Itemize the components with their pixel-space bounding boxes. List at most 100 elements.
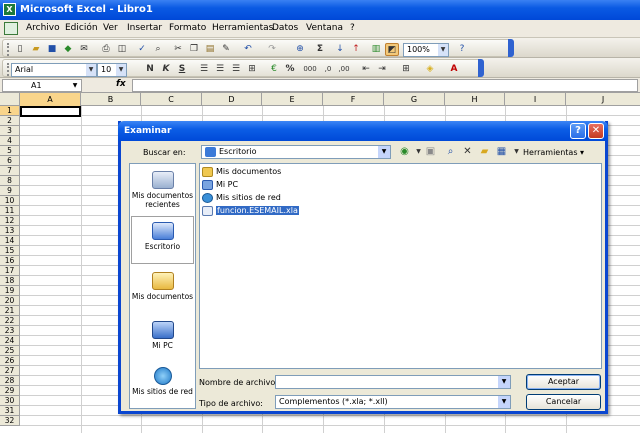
research-icon[interactable]: ⌕ bbox=[151, 43, 165, 56]
row-header[interactable]: 16 bbox=[0, 256, 20, 266]
paste-icon[interactable]: ▤ bbox=[203, 43, 217, 56]
open-icon[interactable]: ▰ bbox=[29, 43, 43, 56]
row-header[interactable]: 12 bbox=[0, 216, 20, 226]
row-header[interactable]: 31 bbox=[0, 406, 20, 416]
column-header[interactable]: H bbox=[445, 93, 505, 106]
column-header[interactable]: D bbox=[202, 93, 262, 106]
row-header[interactable]: 14 bbox=[0, 236, 20, 246]
row-header[interactable]: 25 bbox=[0, 346, 20, 356]
row-header[interactable]: 10 bbox=[0, 196, 20, 206]
row-header[interactable]: 32 bbox=[0, 416, 20, 426]
file-list[interactable]: Mis documentos Mi PC Mis sitios de red f… bbox=[199, 163, 602, 369]
up-folder-icon[interactable]: ▣ bbox=[423, 144, 438, 159]
row-header[interactable]: 26 bbox=[0, 356, 20, 366]
column-header[interactable]: G bbox=[384, 93, 445, 106]
help-icon[interactable]: ? bbox=[570, 123, 586, 139]
font-combo[interactable]: Arial ▼ bbox=[11, 63, 97, 77]
place-my-computer[interactable]: Mi PC bbox=[131, 316, 194, 364]
menu-ventana[interactable]: Ventana bbox=[306, 23, 343, 33]
toolbar-options-icon[interactable] bbox=[508, 39, 514, 57]
copy-icon[interactable]: ❐ bbox=[187, 43, 201, 56]
row-header[interactable]: 8 bbox=[0, 176, 20, 186]
align-center-icon[interactable]: ☰ bbox=[213, 63, 227, 76]
select-all-corner[interactable] bbox=[0, 93, 20, 106]
place-recent[interactable]: Mis documentos recientes bbox=[131, 166, 194, 214]
chevron-down-icon[interactable]: ▼ bbox=[86, 64, 96, 76]
sort-descending-icon[interactable]: ↑ bbox=[349, 43, 363, 56]
file-item-selected[interactable]: funcion.ESEMAIL.xla bbox=[202, 205, 299, 217]
row-header[interactable]: 24 bbox=[0, 336, 20, 346]
row-header[interactable]: 7 bbox=[0, 166, 20, 176]
row-header[interactable]: 23 bbox=[0, 326, 20, 336]
column-header[interactable]: C bbox=[141, 93, 202, 106]
row-header[interactable]: 15 bbox=[0, 246, 20, 256]
save-icon[interactable]: ■ bbox=[45, 43, 59, 56]
row-header[interactable]: 11 bbox=[0, 206, 20, 216]
column-header[interactable]: B bbox=[81, 93, 141, 106]
cut-icon[interactable]: ✂ bbox=[171, 43, 185, 56]
chevron-down-icon[interactable]: ▼ bbox=[498, 376, 510, 388]
row-header[interactable]: 18 bbox=[0, 276, 20, 286]
drawing-icon[interactable]: ◩ bbox=[385, 43, 399, 56]
underline-button[interactable]: S bbox=[175, 63, 189, 76]
format-painter-icon[interactable]: ✎ bbox=[219, 43, 233, 56]
increase-decimal-icon[interactable]: ,0 bbox=[321, 63, 335, 76]
look-in-select[interactable]: Escritorio ▼ bbox=[201, 145, 391, 159]
row-header[interactable]: 9 bbox=[0, 186, 20, 196]
sort-ascending-icon[interactable]: ↓ bbox=[333, 43, 347, 56]
menu-datos[interactable]: Datos bbox=[272, 23, 298, 33]
column-header[interactable]: A bbox=[20, 93, 81, 106]
row-header[interactable]: 22 bbox=[0, 316, 20, 326]
column-header[interactable]: J bbox=[566, 93, 640, 106]
email-icon[interactable]: ✉ bbox=[77, 43, 91, 56]
toolbar-options-icon[interactable] bbox=[478, 59, 484, 77]
print-icon[interactable]: ⎙ bbox=[99, 43, 113, 56]
borders-icon[interactable]: ⊞ bbox=[399, 63, 413, 76]
fill-color-icon[interactable]: ◈ bbox=[423, 63, 437, 76]
thousands-button[interactable]: 000 bbox=[301, 63, 319, 76]
close-icon[interactable]: ✕ bbox=[588, 123, 604, 139]
row-header[interactable]: 29 bbox=[0, 386, 20, 396]
column-header[interactable]: E bbox=[262, 93, 323, 106]
menu-formato[interactable]: Formato bbox=[169, 23, 206, 33]
menu-herramientas[interactable]: Herramientas bbox=[212, 23, 273, 33]
sheet-row[interactable]: 32 bbox=[0, 416, 640, 426]
row-header[interactable]: 5 bbox=[0, 146, 20, 156]
row-header[interactable]: 20 bbox=[0, 296, 20, 306]
help-icon[interactable]: ? bbox=[455, 43, 469, 56]
percent-button[interactable]: % bbox=[283, 63, 297, 76]
row-header[interactable]: 13 bbox=[0, 226, 20, 236]
chevron-down-icon[interactable]: ▼ bbox=[378, 146, 390, 158]
filename-input[interactable]: ▼ bbox=[275, 375, 511, 389]
file-item[interactable]: Mis documentos bbox=[202, 166, 281, 178]
menu-edicion[interactable]: Edición bbox=[65, 23, 98, 33]
active-cell[interactable] bbox=[20, 106, 81, 117]
font-size-combo[interactable]: 10 ▼ bbox=[97, 63, 127, 77]
hyperlink-icon[interactable]: ⊕ bbox=[293, 43, 307, 56]
increase-indent-icon[interactable]: ⇥ bbox=[375, 63, 389, 76]
permission-icon[interactable]: ◆ bbox=[61, 43, 75, 56]
zoom-combo[interactable]: 100% ▼ bbox=[403, 43, 449, 57]
autosum-icon[interactable]: Σ bbox=[313, 43, 327, 56]
chevron-down-icon[interactable]: ▼ bbox=[438, 44, 448, 56]
column-header[interactable]: F bbox=[323, 93, 384, 106]
delete-icon[interactable]: ✕ bbox=[460, 144, 475, 159]
toolbar-grip[interactable] bbox=[7, 63, 10, 76]
chevron-down-icon[interactable]: ▼ bbox=[116, 64, 126, 76]
column-header[interactable]: I bbox=[505, 93, 566, 106]
row-header[interactable]: 2 bbox=[0, 116, 20, 126]
italic-button[interactable]: K bbox=[159, 63, 173, 76]
spelling-icon[interactable]: ✓ bbox=[135, 43, 149, 56]
formula-input[interactable] bbox=[132, 79, 638, 92]
align-left-icon[interactable]: ☰ bbox=[197, 63, 211, 76]
row-header[interactable]: 30 bbox=[0, 396, 20, 406]
file-item[interactable]: Mi PC bbox=[202, 179, 238, 191]
print-preview-icon[interactable]: ◫ bbox=[115, 43, 129, 56]
decrease-indent-icon[interactable]: ⇤ bbox=[359, 63, 373, 76]
row-header[interactable]: 4 bbox=[0, 136, 20, 146]
row-header[interactable]: 21 bbox=[0, 306, 20, 316]
undo-icon[interactable]: ↶ bbox=[241, 43, 255, 56]
back-icon[interactable]: ◉ bbox=[397, 144, 412, 159]
bold-button[interactable]: N bbox=[143, 63, 157, 76]
filetype-select[interactable]: Complementos (*.xla; *.xll) ▼ bbox=[275, 395, 511, 409]
